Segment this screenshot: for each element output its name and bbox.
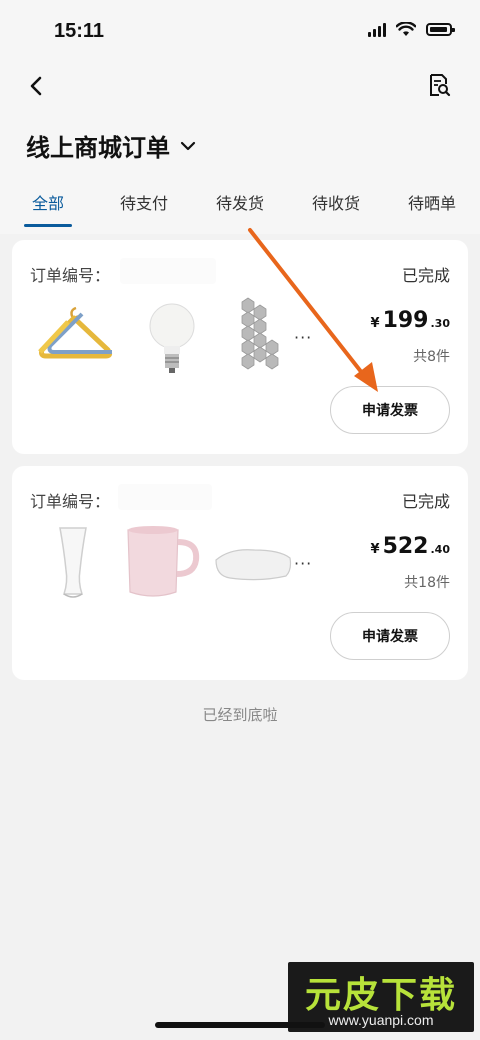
clothes-hanger-image[interactable] [32, 294, 118, 380]
header: 线上商城订单 全部 待支付 待发货 待收货 待晒单 [0, 64, 480, 234]
status-icons [368, 22, 455, 37]
price-integer: 199 [382, 308, 429, 333]
price-decimal: .30 [430, 317, 451, 330]
page-title-dropdown[interactable]: 线上商城订单 [26, 128, 196, 163]
price-integer: 522 [382, 534, 429, 559]
order-status: 已完成 [401, 266, 450, 285]
more-items-indicator: ··· [294, 328, 313, 347]
tab-pending-payment[interactable]: 待支付 [120, 190, 168, 214]
wifi-icon [396, 22, 416, 36]
search-document-button[interactable] [426, 72, 454, 100]
order-status: 已完成 [401, 492, 450, 511]
chevron-down-icon [180, 141, 196, 150]
home-indicator [155, 1022, 325, 1028]
order-number-value [120, 258, 216, 284]
watermark-title: 元皮下载 [304, 975, 457, 1016]
order-card[interactable]: 订单编号： 已完成 ··· ¥ 199 .30 共8件 申请发票 [12, 240, 468, 454]
order-number-label: 订单编号： [30, 492, 111, 511]
beer-glass-image[interactable] [30, 520, 116, 606]
currency-symbol: ¥ [370, 316, 380, 331]
more-items-indicator: ··· [294, 554, 313, 573]
order-price: ¥ 199 .30 [371, 308, 450, 333]
light-bulb-image[interactable] [132, 294, 218, 380]
tab-pending-shipment[interactable]: 待发货 [216, 190, 264, 214]
item-count: 共8件 [413, 349, 450, 365]
document-search-icon [430, 74, 451, 97]
item-count: 共18件 [404, 575, 450, 591]
tab-pending-review[interactable]: 待晒单 [408, 190, 456, 214]
status-time: 15:11 [54, 20, 105, 42]
pink-mug-image[interactable] [120, 520, 206, 606]
order-number-value [118, 484, 212, 510]
order-price: ¥ 522 .40 [371, 534, 450, 559]
cellular-signal-icon [368, 22, 386, 37]
status-bar: 15:11 [0, 0, 480, 64]
tab-pending-receipt[interactable]: 待收货 [312, 190, 360, 214]
order-card[interactable]: 订单编号： 已完成 ··· ¥ 522 .40 共18件 申请发票 [12, 466, 468, 680]
currency-symbol: ¥ [370, 542, 380, 557]
end-of-list-text: 已经到底啦 [202, 706, 278, 724]
pillow-image[interactable] [210, 520, 296, 606]
battery-icon [426, 23, 455, 36]
order-number-label: 订单编号： [30, 266, 111, 285]
price-decimal: .40 [430, 543, 451, 556]
apply-invoice-button[interactable]: 申请发票 [330, 612, 450, 660]
apply-invoice-button[interactable]: 申请发票 [330, 386, 450, 434]
order-tabs: 全部 待支付 待发货 待收货 待晒单 [0, 190, 480, 234]
chevron-left-icon [30, 76, 42, 96]
back-button[interactable] [22, 72, 50, 100]
tab-all[interactable]: 全部 [32, 190, 64, 214]
active-tab-indicator [24, 224, 72, 227]
page-title: 线上商城订单 [26, 134, 170, 162]
